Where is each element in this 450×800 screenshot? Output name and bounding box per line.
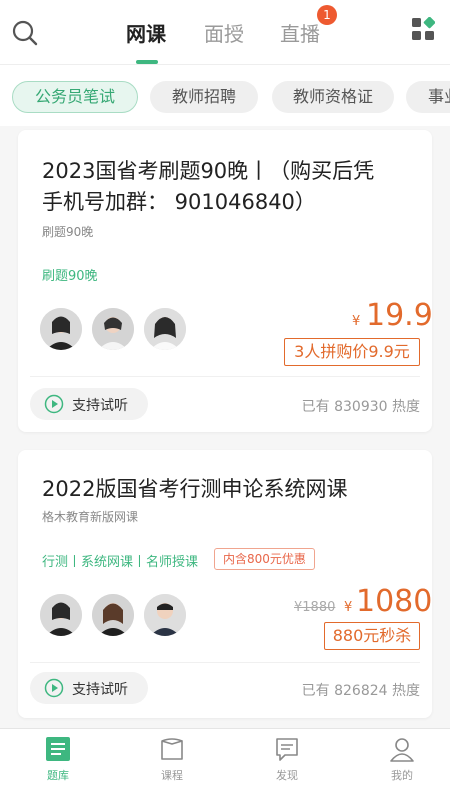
teacher-avatar [92, 308, 134, 350]
live-badge: 1 [317, 5, 337, 25]
course-price: 1080 [356, 584, 433, 619]
teacher-avatar [144, 308, 186, 350]
category-bar: 公务员笔试 教师招聘 教师资格证 事业 [0, 64, 450, 126]
teacher-avatar [92, 594, 134, 636]
category-chip-teacher-recruit[interactable]: 教师招聘 [150, 81, 258, 113]
course-title-line1: 2023国省考刷题90晚丨（购买后凭 [42, 159, 375, 183]
teacher-avatar [40, 594, 82, 636]
tab-live[interactable]: 直播 [280, 18, 320, 47]
grid-menu-button[interactable] [411, 16, 436, 41]
course-type-tabs: 网课 面授 直播 [100, 0, 340, 64]
promo-tag: 内含800元优惠 [214, 548, 315, 570]
original-price: ¥1880 [294, 600, 336, 615]
tab-online-course[interactable]: 网课 [126, 18, 166, 47]
play-circle-icon [44, 394, 64, 414]
group-buy-deal: 3人拼购价9.9元 [284, 338, 420, 366]
category-chip-public-institution[interactable]: 事业 [406, 81, 450, 113]
nav-label: 我的 [391, 769, 413, 782]
course-subtitle: 格木教育新版网课 [42, 510, 139, 524]
bottom-nav: 题库 课程 发现 我的 [0, 728, 450, 800]
profile-icon [390, 738, 414, 762]
heat-count: 已有 830930 热度 [301, 399, 420, 415]
discover-icon [276, 738, 298, 761]
course-card[interactable]: 2023国省考刷题90晚丨（购买后凭 手机号加群： 901046840） 刷题9… [18, 130, 433, 432]
search-icon [12, 20, 38, 46]
heat-count: 已有 826824 热度 [301, 683, 420, 699]
course-icon [161, 738, 183, 760]
play-circle-icon [44, 678, 64, 698]
trial-listen-button[interactable]: 支持试听 [30, 672, 148, 704]
course-card[interactable]: 2022版国省考行测申论系统网课 格木教育新版网课 行测丨系统网课丨名师授课 内… [18, 450, 432, 718]
category-chip-civil-written[interactable]: 公务员笔试 [12, 81, 138, 113]
nav-label: 题库 [47, 769, 69, 782]
question-bank-icon [46, 737, 70, 761]
flash-sale-deal: 880元秒杀 [324, 622, 420, 650]
nav-item-discover[interactable]: 发现 [257, 735, 317, 797]
nav-item-question-bank[interactable]: 题库 [28, 735, 88, 797]
nav-item-profile[interactable]: 我的 [372, 735, 432, 797]
trial-listen-label: 支持试听 [72, 398, 128, 414]
nav-label: 发现 [276, 769, 298, 782]
trial-listen-label: 支持试听 [72, 682, 128, 698]
course-title-line2: 手机号加群： 901046840） [42, 190, 316, 214]
teacher-avatar [144, 594, 186, 636]
course-subtitle: 刷题90晚 [42, 225, 94, 239]
trial-listen-button[interactable]: 支持试听 [30, 388, 148, 420]
top-header: 网课 面授 直播 1 [0, 0, 450, 64]
teacher-avatar [40, 308, 82, 350]
search-button[interactable] [10, 18, 40, 48]
category-chip-teacher-cert[interactable]: 教师资格证 [272, 81, 394, 113]
nav-item-course[interactable]: 课程 [142, 735, 202, 797]
course-tags: 行测丨系统网课丨名师授课 [42, 555, 199, 570]
card-divider [30, 662, 420, 663]
grid-icon [412, 16, 436, 40]
tab-face-to-face[interactable]: 面授 [204, 18, 244, 47]
price-symbol: ¥ [344, 600, 353, 615]
course-tags: 刷题90晚 [42, 269, 98, 284]
course-title-line1: 2022版国省考行测申论系统网课 [42, 477, 348, 501]
app-root: 网课 面授 直播 1 公务员笔试 教师招聘 教师资格证 事业 2023国省考刷题… [0, 0, 450, 800]
price-symbol: ¥ [352, 314, 361, 329]
card-divider [30, 376, 420, 377]
nav-label: 课程 [161, 769, 183, 782]
course-price: 19.9 [366, 298, 433, 333]
